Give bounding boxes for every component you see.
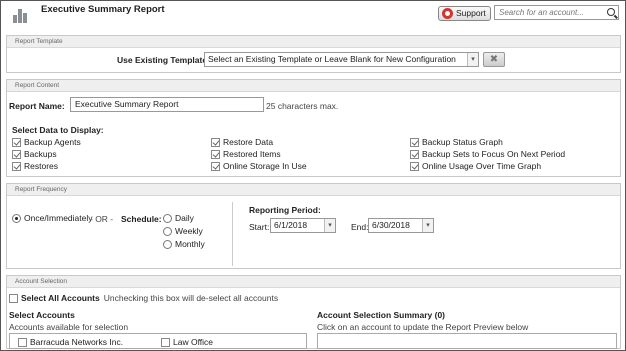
checkbox-restores[interactable]: Restores bbox=[12, 161, 58, 171]
checkbox-label: Backups bbox=[24, 149, 57, 159]
lifering-icon bbox=[442, 8, 453, 19]
radio-once-immediately[interactable]: Once/Immediately bbox=[12, 213, 93, 223]
account-item-barracuda[interactable]: Barracuda Networks Inc. bbox=[18, 337, 123, 347]
select-all-hint: Unchecking this box will de-select all a… bbox=[103, 293, 279, 303]
checkbox-box[interactable] bbox=[18, 337, 27, 347]
radio-label: Daily bbox=[175, 213, 194, 223]
frequency-divider bbox=[232, 202, 233, 266]
checkbox-box[interactable] bbox=[211, 137, 220, 147]
checkbox-label: Backup Sets to Focus On Next Period bbox=[422, 149, 566, 159]
select-all-accounts-checkbox[interactable]: Select All Accounts Unchecking this box … bbox=[9, 293, 278, 303]
select-accounts-title: Select Accounts bbox=[9, 310, 75, 320]
template-select-value: Select an Existing Template or Leave Bla… bbox=[208, 54, 456, 64]
account-summary-list[interactable] bbox=[317, 333, 617, 349]
radio-dot[interactable] bbox=[163, 226, 172, 236]
section-title-account-selection: Account Selection bbox=[7, 276, 620, 288]
checkbox-online-storage[interactable]: Online Storage In Use bbox=[211, 161, 307, 171]
section-title-report-frequency: Report Frequency bbox=[7, 184, 620, 196]
checkbox-box[interactable] bbox=[12, 149, 21, 159]
search-placeholder: Search for an account... bbox=[499, 8, 584, 17]
checkbox-restored-items[interactable]: Restored Items bbox=[211, 149, 281, 159]
account-summary-subtitle: Click on an account to update the Report… bbox=[317, 322, 529, 332]
checkbox-label: Online Storage In Use bbox=[223, 161, 307, 171]
radio-label: Once/Immediately bbox=[24, 213, 93, 223]
search-icon[interactable] bbox=[607, 8, 615, 16]
checkbox-box[interactable] bbox=[211, 149, 220, 159]
report-chart-icon bbox=[11, 5, 29, 23]
or-separator: - OR - bbox=[90, 214, 114, 224]
section-title-report-content: Report Content bbox=[7, 80, 620, 92]
reporting-period-title: Reporting Period: bbox=[249, 205, 321, 215]
checkbox-box[interactable] bbox=[211, 161, 220, 171]
close-icon: ✖ bbox=[489, 54, 499, 65]
checkbox-box[interactable] bbox=[12, 161, 21, 171]
report-content-panel: Report Content Report Name: Executive Su… bbox=[6, 79, 621, 177]
account-item-law-office[interactable]: Law Office bbox=[161, 337, 213, 347]
end-label: End: bbox=[351, 222, 369, 232]
checkbox-label: Online Usage Over Time Graph bbox=[422, 161, 542, 171]
chevron-down-icon: ▾ bbox=[324, 219, 335, 232]
radio-weekly[interactable]: Weekly bbox=[163, 226, 203, 236]
report-frequency-panel: Report Frequency Once/Immediately - OR -… bbox=[6, 183, 621, 269]
checkbox-label: Restored Items bbox=[223, 149, 281, 159]
radio-dot[interactable] bbox=[163, 213, 172, 223]
select-all-label: Select All Accounts bbox=[21, 293, 100, 303]
schedule-label: Schedule: bbox=[121, 214, 162, 224]
radio-label: Weekly bbox=[175, 226, 203, 236]
checkbox-restore-data[interactable]: Restore Data bbox=[211, 137, 273, 147]
start-date-select[interactable]: 6/1/2018 ▾ bbox=[270, 218, 336, 233]
checkbox-online-usage-graph[interactable]: Online Usage Over Time Graph bbox=[410, 161, 541, 171]
accounts-list[interactable]: Barracuda Networks Inc. Law Office bbox=[9, 333, 307, 349]
support-button[interactable]: Support bbox=[438, 6, 491, 21]
support-label: Support bbox=[456, 8, 486, 18]
end-date-value: 6/30/2018 bbox=[372, 220, 410, 230]
radio-daily[interactable]: Daily bbox=[163, 213, 194, 223]
checkbox-backup-agents[interactable]: Backup Agents bbox=[12, 137, 81, 147]
checkbox-label: Backup Status Graph bbox=[422, 137, 503, 147]
select-accounts-subtitle: Accounts available for selection bbox=[9, 322, 129, 332]
checkbox-label: Restores bbox=[24, 161, 59, 171]
checkbox-box[interactable] bbox=[410, 137, 419, 147]
checkbox-box[interactable] bbox=[410, 161, 419, 171]
page-title: Executive Summary Report bbox=[41, 4, 165, 15]
account-label: Law Office bbox=[173, 337, 214, 347]
select-data-label: Select Data to Display: bbox=[12, 125, 104, 135]
search-input[interactable]: Search for an account... bbox=[494, 5, 619, 20]
report-name-input[interactable]: Executive Summary Report bbox=[70, 97, 264, 112]
checkbox-label: Restore Data bbox=[223, 137, 274, 147]
checkbox-box[interactable] bbox=[12, 137, 21, 147]
report-template-panel: Report Template Use Existing Template: S… bbox=[6, 35, 621, 73]
radio-dot[interactable] bbox=[12, 213, 21, 223]
checkbox-backup-status-graph[interactable]: Backup Status Graph bbox=[410, 137, 503, 147]
account-label: Barracuda Networks Inc. bbox=[30, 337, 124, 347]
template-select[interactable]: Select an Existing Template or Leave Bla… bbox=[204, 52, 479, 67]
radio-dot[interactable] bbox=[163, 239, 172, 249]
clear-template-button[interactable]: ✖ bbox=[483, 52, 505, 67]
start-label: Start: bbox=[249, 222, 270, 232]
report-name-label: Report Name: bbox=[9, 101, 65, 111]
checkbox-box[interactable] bbox=[9, 293, 18, 303]
account-selection-panel: Account Selection Select All Accounts Un… bbox=[6, 275, 621, 349]
report-name-hint: 25 characters max. bbox=[266, 101, 339, 111]
chevron-down-icon: ▾ bbox=[467, 53, 478, 66]
section-title-report-template: Report Template bbox=[7, 36, 620, 48]
radio-monthly[interactable]: Monthly bbox=[163, 239, 205, 249]
end-date-select[interactable]: 6/30/2018 ▾ bbox=[368, 218, 434, 233]
chevron-down-icon: ▾ bbox=[422, 219, 433, 232]
start-date-value: 6/1/2018 bbox=[274, 220, 308, 230]
account-summary-title: Account Selection Summary (0) bbox=[317, 310, 446, 320]
checkbox-box[interactable] bbox=[410, 149, 419, 159]
radio-label: Monthly bbox=[175, 239, 205, 249]
use-template-label: Use Existing Template: bbox=[117, 55, 210, 65]
checkbox-box[interactable] bbox=[161, 337, 170, 347]
checkbox-label: Backup Agents bbox=[24, 137, 81, 147]
checkbox-backup-sets-focus[interactable]: Backup Sets to Focus On Next Period bbox=[410, 149, 565, 159]
checkbox-backups[interactable]: Backups bbox=[12, 149, 57, 159]
